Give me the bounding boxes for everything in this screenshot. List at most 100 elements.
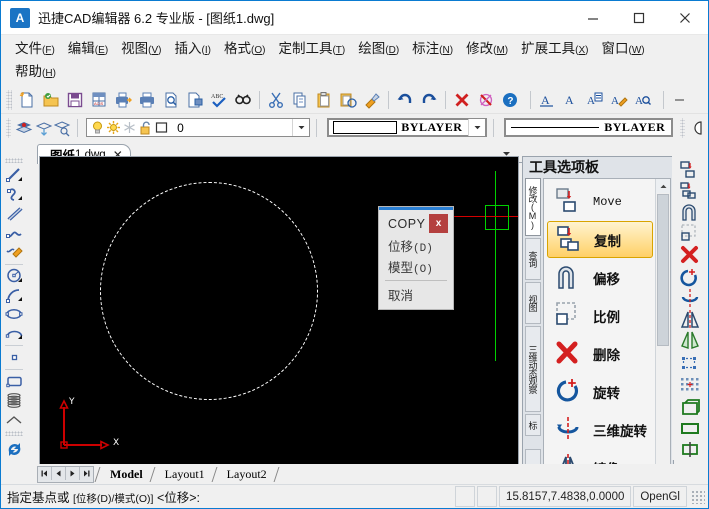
palette-scrollbar[interactable] <box>655 179 670 482</box>
palette-item-copy[interactable]: 复制 <box>547 221 653 258</box>
redo-icon[interactable] <box>417 88 441 111</box>
layer-manager-icon[interactable] <box>14 116 34 139</box>
prev-icon[interactable] <box>52 466 66 480</box>
find-icon[interactable] <box>231 88 255 111</box>
linetype-combo[interactable]: BYLAYER <box>504 118 674 137</box>
resize-grip[interactable] <box>691 489 705 504</box>
solid-box-icon[interactable] <box>675 418 705 439</box>
minimize-icon[interactable] <box>570 1 616 34</box>
help-icon[interactable]: ? <box>498 88 522 111</box>
ellipse-icon[interactable] <box>2 305 26 324</box>
drawing-canvas[interactable]: Y X COPY x 位移(D) 模型(O) 取消 <box>39 156 519 466</box>
copy-icon[interactable] <box>675 181 705 202</box>
font-size-icon[interactable]: A <box>559 88 583 111</box>
draw-toolbar-grip[interactable] <box>5 158 23 163</box>
spline-icon[interactable] <box>2 223 26 242</box>
toolbar-grip-2[interactable] <box>6 117 11 138</box>
save-icon[interactable] <box>63 88 87 111</box>
rotate-icon[interactable] <box>675 267 705 288</box>
menu-item-custom-tools[interactable]: 定制工具(T) <box>274 38 354 61</box>
last-icon[interactable] <box>80 467 93 480</box>
dashed-circle[interactable] <box>100 182 318 400</box>
scale-icon[interactable] <box>675 223 705 244</box>
layer-state-icon[interactable] <box>53 116 73 139</box>
print-icon[interactable] <box>135 88 159 111</box>
point-icon[interactable] <box>2 348 26 367</box>
renderer-display[interactable]: OpenGl <box>633 486 687 507</box>
circle-icon[interactable] <box>2 266 26 285</box>
array-rect-icon[interactable] <box>675 353 705 374</box>
revision-cloud-icon[interactable] <box>2 410 26 429</box>
color-chevron-down-icon[interactable] <box>468 119 486 136</box>
array-path-icon[interactable] <box>675 374 705 395</box>
linetype-preview-icon[interactable] <box>688 116 708 139</box>
palette-tab-view[interactable]: 视图 <box>525 282 541 324</box>
menu-item-modify[interactable]: 修改(M) <box>462 38 517 61</box>
popup-item-displacement[interactable]: 位移(D) <box>379 235 453 256</box>
palette-item-scale[interactable]: 比例 <box>547 297 653 334</box>
paste-icon[interactable] <box>312 88 336 111</box>
chevron-down-icon[interactable] <box>292 119 310 136</box>
menu-item-view[interactable]: 视图(V) <box>117 38 170 61</box>
menu-item-edit[interactable]: 编辑(E) <box>64 38 117 61</box>
move-icon[interactable] <box>675 160 705 181</box>
toolbar-grip-3[interactable] <box>680 117 686 138</box>
color-combo[interactable]: BYLAYER <box>327 118 488 137</box>
palette-tab-dimension[interactable]: 标 <box>525 414 541 436</box>
extrude-icon[interactable] <box>675 397 705 418</box>
toolbar-grip[interactable] <box>6 89 12 110</box>
popup-item-cancel[interactable]: 取消 <box>379 284 453 309</box>
offset-icon[interactable] <box>675 202 705 223</box>
status-cell-empty-2[interactable] <box>477 486 498 507</box>
menu-item-window[interactable]: 窗口(W) <box>597 38 653 61</box>
print-to-file-icon[interactable] <box>111 88 135 111</box>
palette-item-rotate[interactable]: 旋转 <box>547 373 653 410</box>
purge-icon[interactable] <box>474 88 498 111</box>
palette-item-offset[interactable]: 偏移 <box>547 259 653 296</box>
toolbar-overflow-icon[interactable] <box>668 88 692 111</box>
palette-item-erase[interactable]: 删除 <box>547 335 653 372</box>
palette-item-list[interactable]: Move 复制 偏移 比例 删除 旋转 三维旋转 <box>543 178 671 483</box>
rotate-3d-icon[interactable] <box>675 288 705 309</box>
close-icon[interactable] <box>662 1 708 34</box>
export-acis-icon[interactable]: ACIS <box>87 88 111 111</box>
rectangle-icon[interactable] <box>2 372 26 391</box>
copy-command-popup[interactable]: COPY x 位移(D) 模型(O) 取消 <box>378 206 454 310</box>
multiline-icon[interactable] <box>2 204 26 223</box>
menu-item-insert[interactable]: 插入(I) <box>171 38 220 61</box>
copy-icon[interactable] <box>288 88 312 111</box>
elliptical-arc-icon[interactable] <box>2 324 26 343</box>
palette-item-rotate-3d[interactable]: 三维旋转 <box>547 411 653 448</box>
polyline-icon[interactable] <box>2 185 26 204</box>
menu-item-help[interactable]: 帮助(H) <box>11 61 65 84</box>
menu-item-format[interactable]: 格式(O) <box>220 38 274 61</box>
refresh-icon[interactable] <box>2 439 26 460</box>
mirror-3d-icon[interactable] <box>675 330 705 351</box>
paste-special-icon[interactable] <box>336 88 360 111</box>
palette-tab-3d-orbit[interactable]: 三维动态观察 <box>525 326 541 412</box>
undo-icon[interactable] <box>393 88 417 111</box>
text-style-icon[interactable]: A <box>535 88 559 111</box>
layout-tab-layout2[interactable]: Layout2 <box>221 467 273 482</box>
first-icon[interactable] <box>38 466 52 480</box>
maximize-icon[interactable] <box>616 1 662 34</box>
menu-item-dimension[interactable]: 标注(N) <box>408 38 462 61</box>
erase-icon[interactable] <box>450 88 474 111</box>
erase-icon[interactable] <box>675 244 705 265</box>
palette-scroll-thumb[interactable] <box>657 194 669 346</box>
palette-tab-modify[interactable]: 修改(M) <box>525 178 541 236</box>
edit-text-icon[interactable]: A <box>607 88 631 111</box>
menu-item-draw[interactable]: 绘图(D) <box>354 38 408 61</box>
menu-item-express-tools[interactable]: 扩展工具(X) <box>517 38 597 61</box>
palette-tab-query[interactable]: 查询 <box>525 238 541 280</box>
page-setup-icon[interactable] <box>183 88 207 111</box>
line-icon[interactable] <box>2 166 26 185</box>
multiline-text-icon[interactable]: A <box>583 88 607 111</box>
find-text-icon[interactable]: A <box>631 88 655 111</box>
chevron-up-icon[interactable] <box>656 179 670 193</box>
sketch-icon[interactable] <box>2 242 26 261</box>
mirror-icon[interactable] <box>675 309 705 330</box>
arc-icon[interactable] <box>2 286 26 305</box>
spell-check-icon[interactable]: ABC <box>207 88 231 111</box>
layer-combo[interactable]: 0 <box>86 118 311 137</box>
